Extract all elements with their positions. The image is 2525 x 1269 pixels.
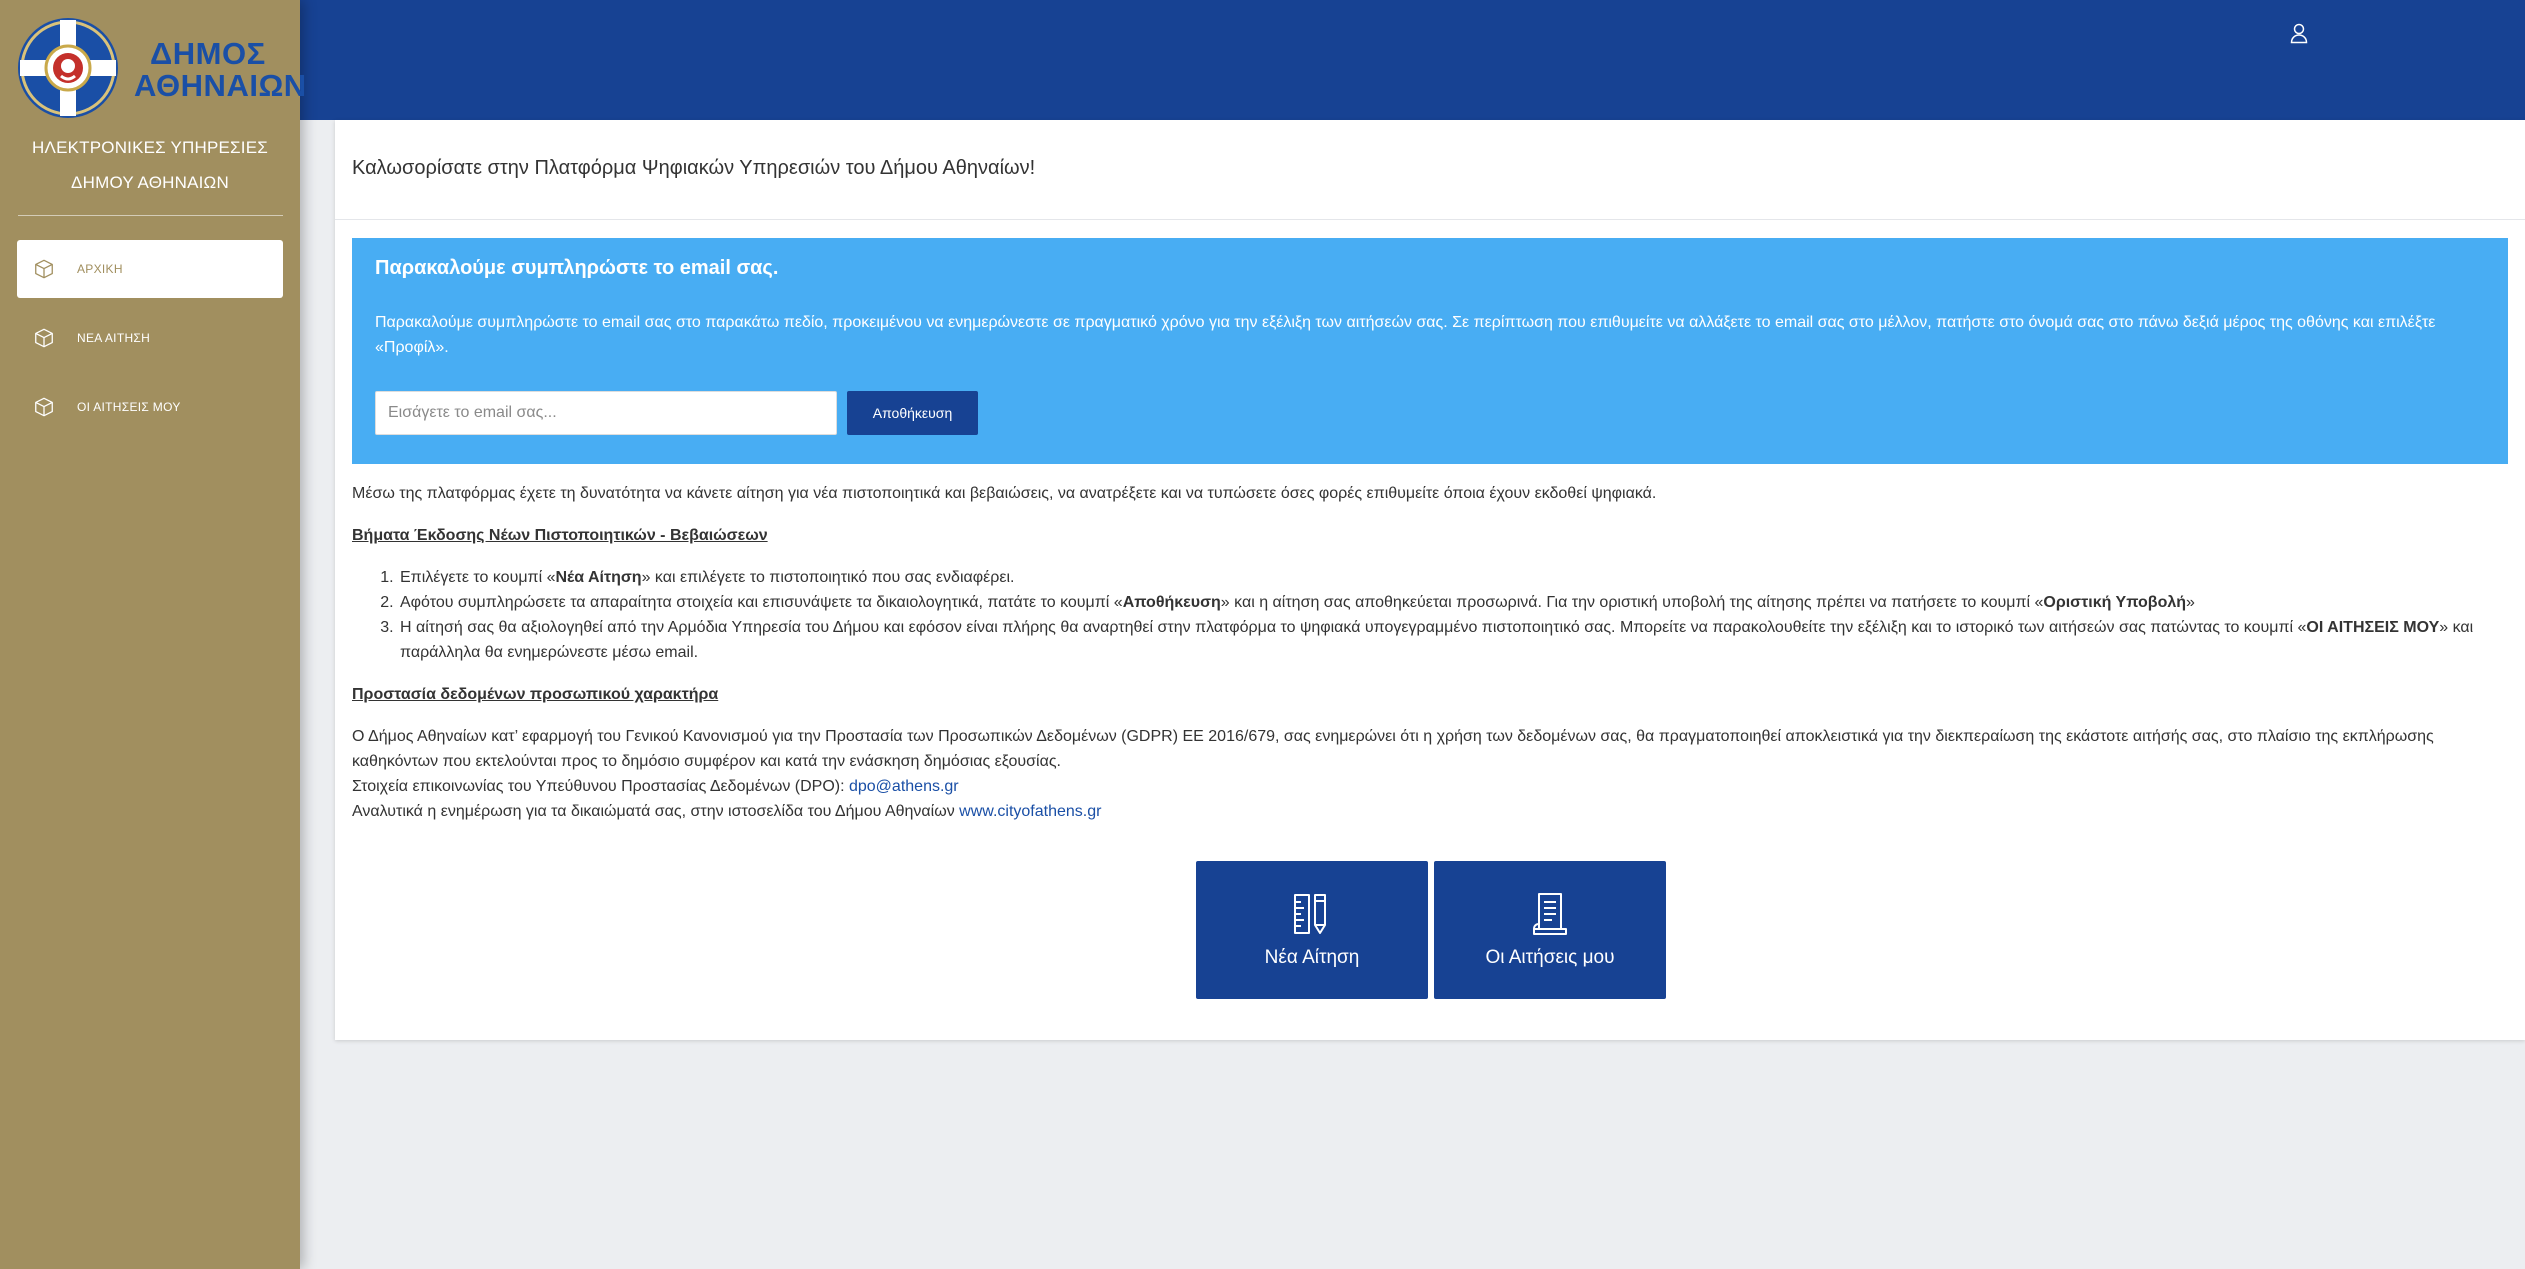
sidebar-item-new-application[interactable]: ΝΕΑ ΑΙΤΗΣΗ [17, 309, 283, 367]
email-alert: Παρακαλούμε συμπληρώστε το email σας. Πα… [352, 238, 2508, 464]
logo-text-line1: ΔΗΜΟΣ [150, 36, 266, 71]
info-content: Μέσω της πλατφόρμας έχετε τη δυνατότητα … [352, 481, 2512, 824]
save-button[interactable]: Αποθήκευση [847, 391, 978, 435]
sidebar-item-label: ΟΙ ΑΙΤΗΣΕΙΣ ΜΟΥ [77, 400, 181, 414]
page-title: Καλωσορίσατε στην Πλατφόρμα Ψηφιακών Υπη… [335, 120, 2525, 220]
dpo-contact: Στοιχεία επικοινωνίας του Υπεύθυνου Προσ… [352, 774, 2512, 799]
step-text: » [2186, 594, 2195, 611]
step-item: Αφότου συμπληρώσετε τα απαραίτητα στοιχε… [398, 590, 2512, 615]
cube-icon [35, 328, 53, 348]
tile-label: Νέα Αίτηση [1264, 947, 1360, 968]
sidebar-divider [18, 215, 283, 216]
steps-title: Βήματα Έκδοσης Νέων Πιστοποιητικών - Βεβ… [352, 527, 768, 544]
top-bar [300, 0, 2525, 120]
sidebar: ΔΗΜΟΣ ΑΘΗΝΑΙΩΝ ΗΛΕΚΤΡΟΝΙΚΕΣ ΥΠΗΡΕΣΙΕΣ ΔΗ… [0, 0, 306, 1269]
cube-icon [35, 259, 53, 279]
ruler-pencil-icon [1294, 894, 1326, 934]
privacy-text: Ο Δήμος Αθηναίων κατ’ εφαρμογή του Γενικ… [352, 728, 2434, 770]
step-bold: Νέα Αίτηση [555, 569, 642, 586]
document-icon [1533, 893, 1567, 935]
new-application-tile[interactable]: Νέα Αίτηση [1196, 861, 1428, 999]
step-bold: Οριστική Υποβολή [2043, 594, 2187, 611]
steps-list: Επιλέγετε το κουμπί «Νέα Αίτηση» και επι… [398, 565, 2512, 665]
athens-emblem-icon [18, 18, 118, 118]
sidebar-item-label: ΝΕΑ ΑΙΤΗΣΗ [77, 331, 151, 345]
logo-text-line2: ΑΘΗΝΑΙΩΝ [134, 68, 307, 103]
tile-label: Οι Αιτήσεις μου [1485, 947, 1615, 968]
city-website-link[interactable]: www.cityofathens.gr [959, 803, 1101, 820]
action-tiles: Νέα Αίτηση Οι Αιτήσεις μου [1196, 861, 1666, 999]
logo-text: ΔΗΜΟΣ ΑΘΗΝΑΙΩΝ [134, 38, 307, 102]
rights-label: Αναλυτικά η ενημέρωση για τα δικαιώματά … [352, 803, 960, 820]
cube-icon [35, 397, 53, 417]
step-bold: ΟΙ ΑΙΤΗΣΕΙΣ ΜΟΥ [2306, 619, 2440, 636]
rights-info: Αναλυτικά η ενημέρωση για τα δικαιώματά … [352, 799, 2512, 824]
step-text: » και επιλέγετε το πιστοποιητικό που σας… [641, 569, 1015, 586]
step-item: Η αίτησή σας θα αξιολογηθεί από την Αρμό… [398, 615, 2512, 665]
my-applications-tile[interactable]: Οι Αιτήσεις μου [1434, 861, 1666, 999]
email-input[interactable] [375, 391, 837, 435]
alert-heading: Παρακαλούμε συμπληρώστε το email σας. [375, 257, 779, 279]
sidebar-item-label: ΑΡΧΙΚΗ [77, 262, 123, 276]
main-card: Καλωσορίσατε στην Πλατφόρμα Ψηφιακών Υπη… [335, 120, 2525, 1040]
step-text: Επιλέγετε το κουμπί « [400, 569, 556, 586]
sidebar-item-my-applications[interactable]: ΟΙ ΑΙΤΗΣΕΙΣ ΜΟΥ [17, 378, 283, 436]
user-icon[interactable] [2289, 22, 2309, 44]
step-text: » και η αίτηση σας αποθηκεύεται προσωριν… [1220, 594, 2044, 611]
step-text: Η αίτησή σας θα αξιολογηθεί από την Αρμό… [400, 619, 2307, 636]
email-form: Αποθήκευση [375, 391, 978, 435]
dpo-email-link[interactable]: dpo@athens.gr [849, 778, 959, 795]
sidebar-item-home[interactable]: ΑΡΧΙΚΗ [17, 240, 283, 298]
logo[interactable]: ΔΗΜΟΣ ΑΘΗΝΑΙΩΝ [16, 16, 306, 124]
sidebar-title: ΗΛΕΚΤΡΟΝΙΚΕΣ ΥΠΗΡΕΣΙΕΣ ΔΗΜΟΥ ΑΘΗΝΑΙΩΝ [32, 138, 268, 192]
dpo-label: Στοιχεία επικοινωνίας του Υπεύθυνου Προσ… [352, 778, 849, 795]
step-item: Επιλέγετε το κουμπί «Νέα Αίτηση» και επι… [398, 565, 2512, 590]
privacy-title: Προστασία δεδομένων προσωπικού χαρακτήρα [352, 686, 719, 703]
alert-text: Παρακαλούμε συμπληρώστε το email σας στο… [375, 314, 2436, 356]
step-bold: Αποθήκευση [1122, 594, 1221, 611]
step-text: Αφότου συμπληρώσετε τα απαραίτητα στοιχε… [400, 594, 1123, 611]
intro-text: Μέσω της πλατφόρμας έχετε τη δυνατότητα … [352, 485, 1657, 502]
